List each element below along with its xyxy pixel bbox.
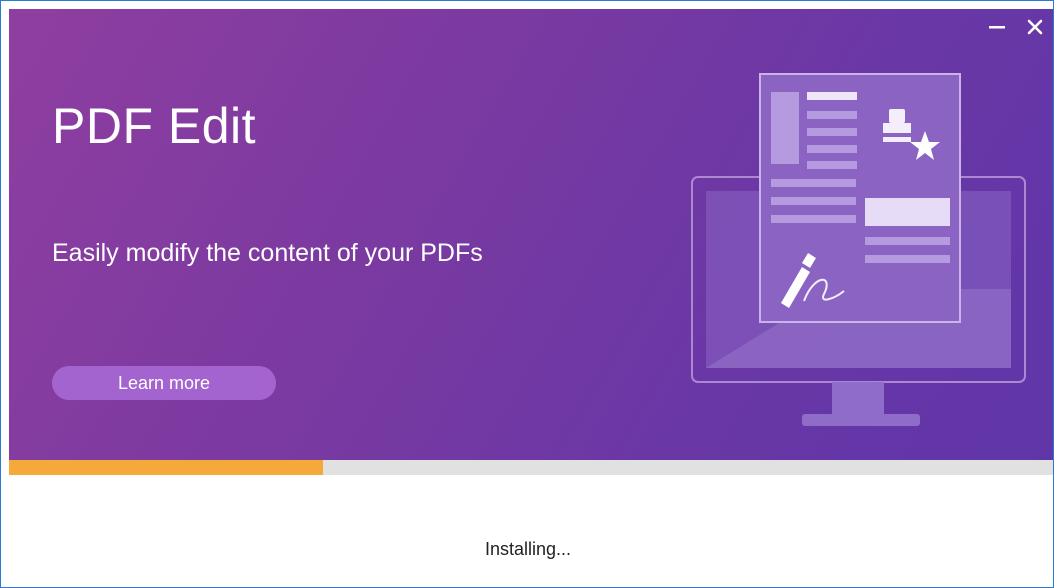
installer-window: PDF Edit Easily modify the content of yo…	[0, 0, 1054, 588]
status-text: Installing...	[484, 539, 572, 559]
minimize-icon[interactable]	[985, 15, 1009, 39]
install-progress-bar	[9, 460, 1053, 475]
install-progress-fill	[9, 460, 323, 475]
monitor-document-illustration	[691, 73, 1026, 426]
window-controls	[985, 15, 1047, 39]
close-icon[interactable]	[1023, 15, 1047, 39]
app-subtitle: Easily modify the content of your PDFs	[52, 239, 483, 267]
promo-banner: PDF Edit Easily modify the content of yo…	[9, 9, 1053, 460]
learn-more-button[interactable]: Learn more	[52, 366, 276, 400]
app-title: PDF Edit	[52, 98, 257, 154]
